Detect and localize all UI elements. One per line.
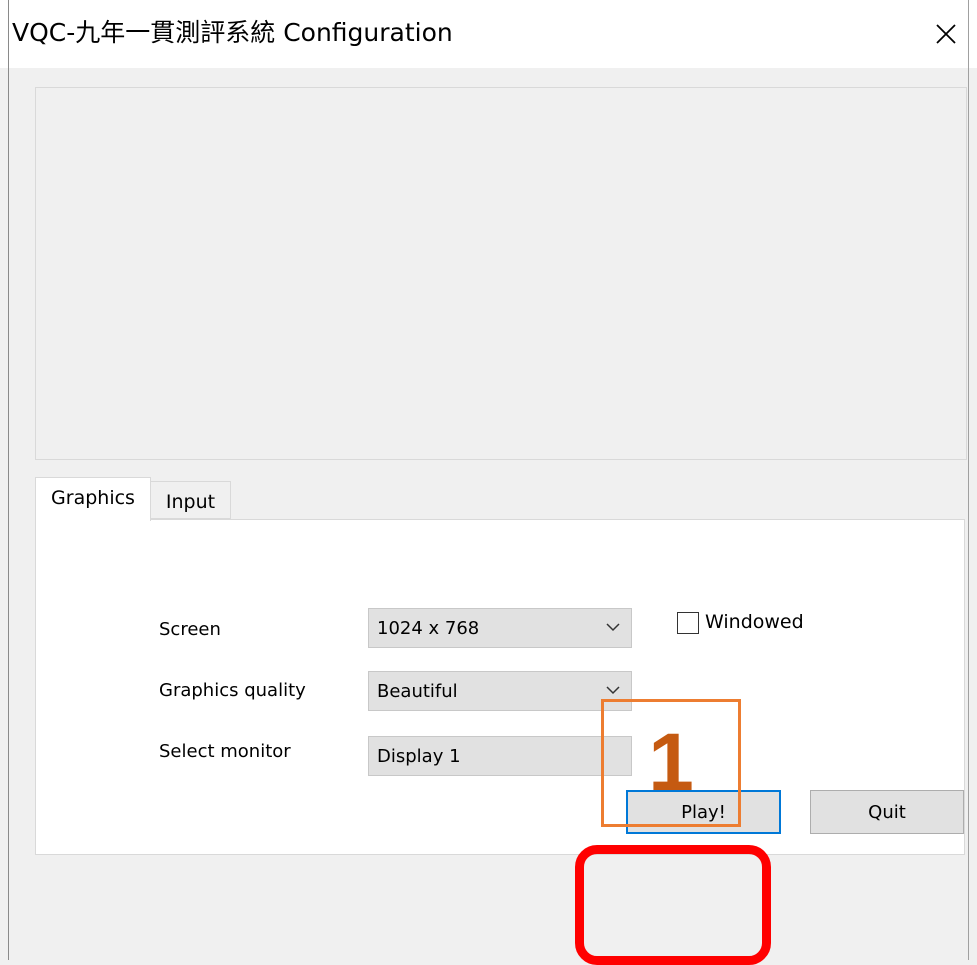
windowed-checkbox[interactable] (677, 612, 699, 634)
screen-label: Screen (159, 619, 221, 640)
screen-resolution-dropdown[interactable]: 1024 x 768 (368, 608, 632, 648)
graphics-quality-dropdown[interactable]: Beautiful (368, 671, 632, 711)
step-number: 1 (648, 717, 694, 808)
windowed-label: Windowed (705, 611, 804, 633)
close-icon (936, 24, 956, 44)
banner-preview-area (35, 87, 967, 460)
play-button-highlight (575, 845, 771, 965)
select-monitor-label: Select monitor (159, 741, 291, 762)
windowed-checkbox-wrap[interactable]: Windowed (677, 611, 804, 634)
close-button[interactable] (926, 14, 966, 54)
tab-input-label: Input (165, 491, 216, 513)
screen-resolution-value: 1024 x 768 (377, 618, 480, 639)
title-bar: VQC-九年一貫測評系統 Configuration (0, 0, 977, 68)
window-border-right (968, 0, 969, 960)
tab-graphics-label: Graphics (51, 486, 135, 509)
tab-input[interactable]: Input (150, 481, 231, 519)
step-annotation-box: 1 (601, 699, 741, 827)
window-title: VQC-九年一貫測評系統 Configuration (12, 18, 453, 47)
graphics-quality-value: Beautiful (377, 681, 458, 702)
select-monitor-dropdown[interactable]: Display 1 (368, 736, 632, 776)
tab-graphics[interactable]: Graphics (35, 477, 151, 521)
chevron-down-icon (606, 686, 620, 695)
window-border-left (8, 0, 9, 960)
select-monitor-value: Display 1 (377, 746, 461, 767)
quit-button[interactable]: Quit (810, 790, 964, 834)
graphics-quality-label: Graphics quality (159, 680, 306, 701)
chevron-down-icon (606, 623, 620, 632)
